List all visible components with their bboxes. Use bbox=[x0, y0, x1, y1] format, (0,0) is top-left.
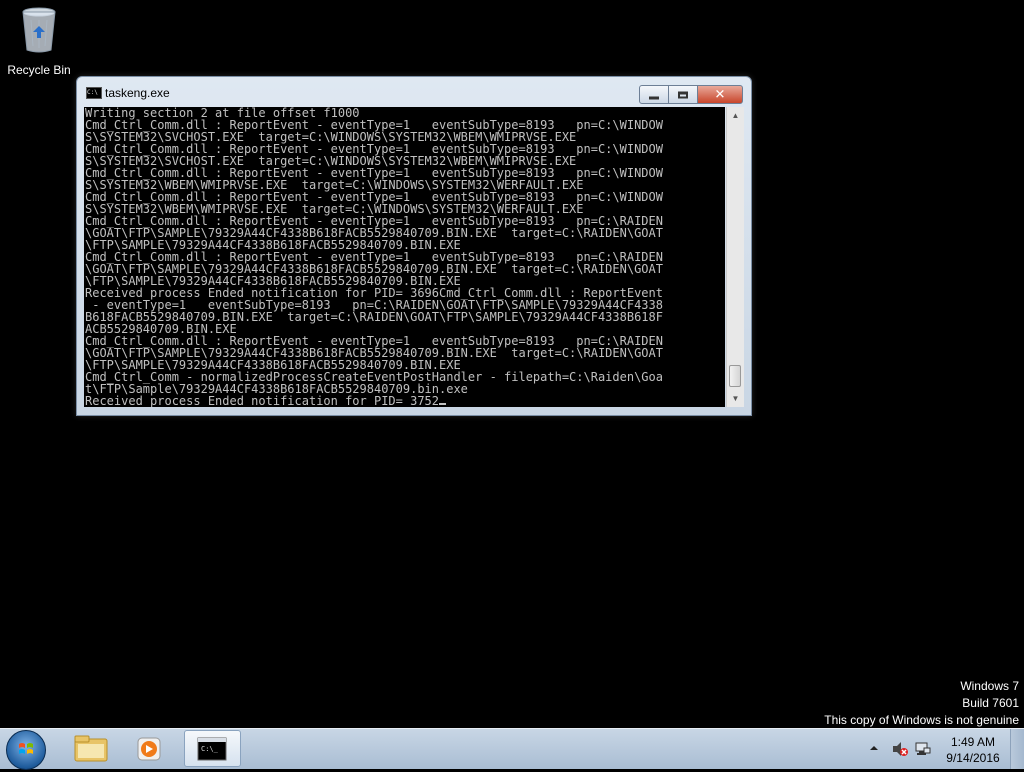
start-button[interactable] bbox=[6, 730, 46, 770]
watermark-os: Windows 7 bbox=[960, 679, 1019, 693]
console-last-line: Received process Ended notification for … bbox=[85, 394, 440, 407]
show-desktop-button[interactable] bbox=[1010, 729, 1024, 769]
text-cursor bbox=[439, 403, 447, 405]
windows-watermark: Windows 7 Build 7601 This copy of Window… bbox=[824, 678, 1019, 729]
maximize-button[interactable] bbox=[668, 85, 698, 104]
scroll-up-icon[interactable]: ▲ bbox=[727, 107, 744, 124]
cmd-icon: C:\_ bbox=[197, 737, 227, 761]
title-bar[interactable]: C:\ taskeng.exe ✕ bbox=[77, 77, 751, 107]
scroll-down-icon[interactable]: ▼ bbox=[727, 390, 744, 407]
watermark-build: Build 7601 bbox=[962, 696, 1019, 710]
close-button[interactable]: ✕ bbox=[697, 85, 743, 104]
volume-muted-icon[interactable] bbox=[891, 740, 909, 758]
network-icon[interactable] bbox=[914, 740, 932, 758]
cmd-icon: C:\ bbox=[86, 87, 102, 99]
scroll-thumb[interactable] bbox=[729, 365, 741, 387]
console-text: Writing section 2 at file offset f1000 C… bbox=[84, 107, 725, 407]
clock-time: 1:49 AM bbox=[950, 735, 996, 749]
recycle-bin-icon bbox=[22, 7, 56, 53]
minimize-icon bbox=[649, 96, 659, 99]
console-output[interactable]: Writing section 2 at file offset f1000 C… bbox=[84, 107, 725, 407]
close-icon: ✕ bbox=[714, 87, 726, 102]
watermark-genuine: This copy of Windows is not genuine bbox=[824, 713, 1019, 727]
svg-text:C:\_: C:\_ bbox=[201, 745, 219, 753]
taskbar-cmd-button[interactable]: C:\_ bbox=[184, 730, 241, 767]
console-window[interactable]: C:\ taskeng.exe ✕ Writing section 2 at f… bbox=[76, 76, 752, 416]
media-player-icon bbox=[137, 737, 161, 761]
window-title: taskeng.exe bbox=[105, 86, 170, 100]
taskbar-explorer-button[interactable] bbox=[62, 730, 120, 767]
recycle-bin-label: Recycle Bin bbox=[7, 63, 71, 77]
windows-explorer-icon bbox=[74, 735, 108, 762]
clock[interactable]: 1:49 AM 9/14/2016 bbox=[940, 734, 1006, 766]
maximize-icon bbox=[678, 91, 688, 98]
recycle-bin-shortcut[interactable]: Recycle Bin bbox=[4, 6, 74, 77]
taskbar-media-player-button[interactable] bbox=[120, 730, 178, 767]
show-hidden-icons-icon[interactable] bbox=[869, 743, 879, 753]
windows-logo-icon bbox=[19, 743, 33, 754]
taskbar: C:\_ 1:49 AM 9/14/2016 bbox=[0, 728, 1024, 770]
minimize-button[interactable] bbox=[639, 85, 669, 104]
vertical-scrollbar[interactable]: ▲ ▼ bbox=[726, 107, 744, 407]
clock-date: 9/14/2016 bbox=[946, 751, 1000, 765]
